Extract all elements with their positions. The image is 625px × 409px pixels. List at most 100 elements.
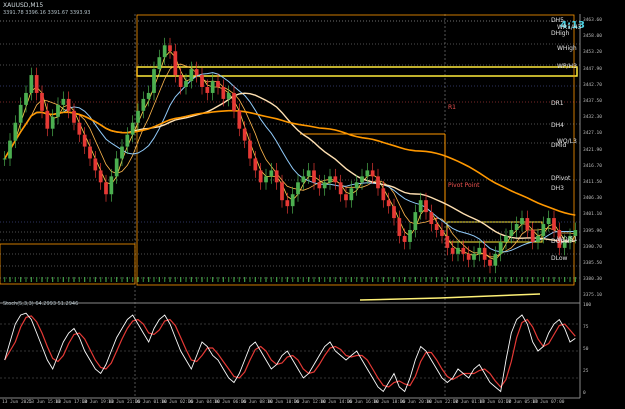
candle-body bbox=[82, 134, 87, 147]
axes bbox=[0, 14, 581, 399]
volume-bar bbox=[78, 277, 80, 282]
volume-bar bbox=[174, 277, 176, 282]
volume-bars bbox=[4, 277, 576, 282]
volume-bar bbox=[116, 277, 118, 282]
candle-body bbox=[50, 116, 55, 129]
symbol-title: XAUUSD,M15 bbox=[3, 2, 44, 9]
candle-body bbox=[29, 75, 34, 93]
candle-body bbox=[93, 158, 98, 171]
level-lines bbox=[0, 20, 580, 279]
volume-bar bbox=[457, 277, 459, 282]
candle-body bbox=[2, 158, 7, 160]
candle-body bbox=[152, 69, 156, 93]
candle-body bbox=[162, 45, 167, 58]
volume-bar bbox=[153, 277, 155, 282]
volume-bar bbox=[105, 277, 107, 282]
candle-body bbox=[322, 182, 327, 189]
volume-bar bbox=[329, 277, 331, 282]
price-chart[interactable] bbox=[0, 0, 625, 409]
oscillator-tick-label: 50 bbox=[583, 347, 589, 352]
volume-bar bbox=[9, 277, 11, 282]
volume-bar bbox=[569, 277, 571, 282]
level-label: DLow bbox=[551, 255, 568, 262]
candle-body bbox=[376, 176, 380, 189]
candle-body bbox=[408, 229, 412, 242]
volume-bar bbox=[409, 277, 411, 282]
volume-bar bbox=[62, 277, 64, 282]
price-tick-label: 3437.50 bbox=[583, 99, 602, 104]
volume-bar bbox=[484, 277, 486, 282]
volume-bar bbox=[404, 277, 406, 282]
candle-body bbox=[509, 229, 514, 236]
volume-bar bbox=[324, 277, 326, 282]
volume-bar bbox=[260, 277, 262, 282]
oscillator-tick-label: 100 bbox=[583, 303, 592, 308]
oscillator-label: Stoch(5,3,3) 64.2993 51.2946 bbox=[3, 301, 79, 307]
candle-body bbox=[349, 188, 354, 201]
volume-bar bbox=[158, 277, 160, 282]
candle-body bbox=[189, 69, 194, 82]
candle-body bbox=[264, 176, 268, 183]
volume-bar bbox=[478, 277, 480, 282]
candle-body bbox=[232, 92, 236, 111]
candle-body bbox=[66, 98, 71, 111]
volume-bar bbox=[340, 277, 342, 282]
candle-body bbox=[317, 182, 322, 189]
candle-body bbox=[402, 235, 407, 242]
volume-bar bbox=[249, 277, 251, 282]
price-tick-label: 3447.90 bbox=[583, 66, 602, 72]
candle-body bbox=[546, 218, 551, 225]
candle-body bbox=[136, 110, 140, 123]
oscillator-panel bbox=[0, 312, 580, 393]
volume-bar bbox=[57, 277, 59, 282]
volume-bar bbox=[222, 277, 224, 282]
volume-bar bbox=[30, 277, 32, 282]
ohlc-readout: 3391.78 3396.16 3391.67 3393.93 bbox=[3, 10, 91, 16]
level-label: DMid bbox=[551, 142, 567, 149]
candle-body bbox=[226, 92, 231, 99]
oscillator-tick-label: 0 bbox=[583, 391, 586, 396]
volume-bar bbox=[505, 277, 507, 282]
volume-bar bbox=[366, 277, 368, 282]
lower-trend-line bbox=[359, 293, 541, 301]
level-label: DH3 bbox=[551, 185, 564, 192]
time-tick-label: 17 Jun 07:00 bbox=[532, 400, 565, 405]
candle-body bbox=[482, 247, 487, 260]
level-label: WO/S1 bbox=[557, 236, 578, 243]
candle-body bbox=[45, 110, 50, 129]
volume-bar bbox=[190, 277, 192, 282]
price-tick-label: 3416.70 bbox=[583, 163, 602, 169]
level-label: DHigh bbox=[551, 30, 570, 37]
candle-body bbox=[237, 110, 242, 129]
volume-bar bbox=[180, 277, 182, 282]
volume-bar bbox=[510, 277, 512, 282]
volume-bar bbox=[548, 277, 550, 282]
price-tick-label: 3442.70 bbox=[583, 82, 602, 88]
candle-body bbox=[13, 122, 18, 141]
candle-body bbox=[200, 75, 204, 87]
volume-bar bbox=[233, 277, 235, 282]
volume-bar bbox=[532, 277, 534, 282]
level-label: WP/H3 bbox=[557, 63, 577, 70]
candle-body bbox=[541, 224, 546, 236]
volume-bar bbox=[537, 277, 539, 282]
candle-body bbox=[493, 253, 498, 266]
volume-bar bbox=[372, 277, 374, 282]
stochastic-signal-line bbox=[4, 315, 576, 388]
volume-bar bbox=[313, 277, 315, 282]
volume-bar bbox=[468, 277, 470, 282]
candle-body bbox=[360, 176, 364, 183]
volume-bar bbox=[206, 277, 208, 282]
volume-bar bbox=[238, 277, 240, 282]
candle-body bbox=[365, 170, 370, 177]
candle-body bbox=[104, 182, 108, 195]
candle-body bbox=[520, 218, 524, 225]
volume-bar bbox=[100, 277, 102, 282]
candle-body bbox=[114, 158, 119, 177]
candle-body bbox=[434, 224, 439, 230]
candle-body bbox=[194, 69, 199, 76]
volume-bar bbox=[68, 277, 70, 282]
volume-bar bbox=[542, 277, 544, 282]
candle-body bbox=[178, 75, 183, 87]
candle-body bbox=[429, 212, 434, 225]
